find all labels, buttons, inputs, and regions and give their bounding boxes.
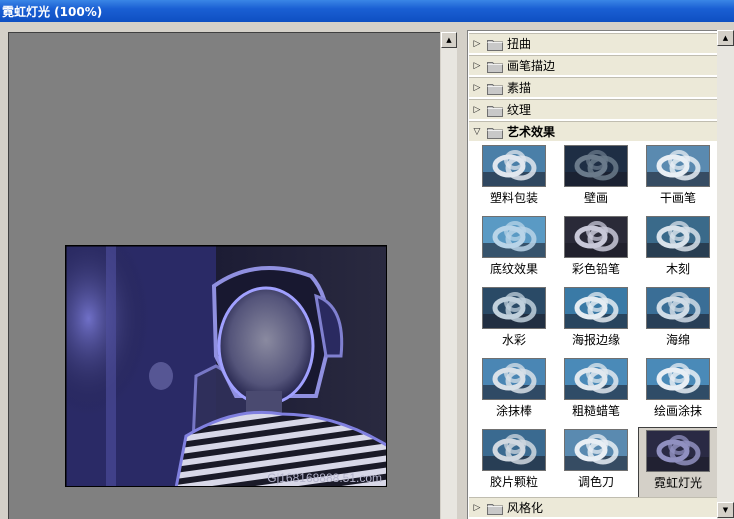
filter-preview-image [646,145,710,187]
filter-label: 海绵 [665,333,690,347]
filter-thumbnail[interactable]: 水彩 [474,285,554,356]
preview-image: Gj168168888.51.com [65,245,387,487]
folder-icon [487,38,503,51]
filter-preview-image [482,216,546,258]
folder-icon [487,502,503,515]
filter-label: 调色刀 [577,475,614,489]
window-title: 霓虹灯光 (100%) [0,0,734,22]
filter-thumbnail[interactable]: 调色刀 [556,427,636,498]
filter-category[interactable]: ▷ 素描 [469,77,717,98]
folder-icon [487,104,503,117]
filter-label: 霓虹灯光 [653,476,702,490]
filter-list: ▷ 扭曲 ▷ 画笔描边 ▷ 素描 ▷ 纹理 ▽ 艺术效果 塑料包装 壁画 干画笔底纹效果 彩色铅笔 木刻水… [467,30,717,519]
preview-scrollbar[interactable]: ▲ [441,32,457,519]
preview-canvas[interactable]: Gj168168888.51.com [8,32,440,519]
filter-thumbnail[interactable]: 海报边缘 [556,285,636,356]
folder-icon [487,60,503,73]
filter-category-label: 扭曲 [507,37,532,51]
filter-label: 海报边缘 [571,333,620,347]
filter-preview-image [564,145,628,187]
scroll-up-icon[interactable]: ▲ [441,32,457,48]
filter-preview-image [482,145,546,187]
filter-thumbnail[interactable]: 底纹效果 [474,214,554,285]
filter-thumbnail[interactable]: 木刻 [638,214,717,285]
filter-thumbnail[interactable]: 壁画 [556,143,636,214]
filter-label: 塑料包装 [489,191,538,205]
filter-preview-image [646,358,710,400]
filter-category[interactable]: ▷ 风格化 [469,497,717,518]
filter-preview-image [482,429,546,471]
filter-thumbnail[interactable]: 粗糙蜡笔 [556,356,636,427]
triangle-down-icon[interactable]: ▽ [469,127,485,137]
preview-pane: Gj168168888.51.com ▲ [0,22,466,519]
filter-preview-image [564,287,628,329]
filter-preview-image [646,430,710,472]
filter-preview-image [646,287,710,329]
filter-label: 绘画涂抹 [653,404,702,418]
filter-category[interactable]: ▷ 扭曲 [469,33,717,54]
filter-label: 胶片颗粒 [489,475,538,489]
filter-thumbnail-grid: 塑料包装 壁画 干画笔底纹效果 彩色铅笔 木刻水彩 海报边缘 海绵涂抹棒 粗糙蜡笔 绘画涂抹胶片… [470,143,717,500]
filter-thumbnail[interactable]: 涂抹棒 [474,356,554,427]
filter-category-label: 纹理 [507,103,532,117]
filter-category[interactable]: ▽ 艺术效果 [469,121,717,142]
filter-category-label: 风格化 [507,501,544,515]
filter-thumbnail[interactable]: 胶片颗粒 [474,427,554,498]
filter-category[interactable]: ▷ 画笔描边 [469,55,717,76]
triangle-right-icon[interactable]: ▷ [469,61,485,71]
filter-label: 粗糙蜡笔 [571,404,620,418]
filter-category[interactable]: ▷ 纹理 [469,99,717,120]
filter-preview-image [564,216,628,258]
filter-category-label: 素描 [507,81,532,95]
scroll-down-icon[interactable]: ▼ [717,502,734,518]
filter-thumbnail[interactable]: 塑料包装 [474,143,554,214]
portrait-image [66,246,386,486]
filter-label: 干画笔 [659,191,696,205]
filter-label: 涂抹棒 [495,404,532,418]
filter-thumbnail[interactable]: 霓虹灯光 [638,427,717,498]
filter-category-label: 画笔描边 [507,59,556,73]
triangle-right-icon[interactable]: ▷ [469,503,485,513]
triangle-right-icon[interactable]: ▷ [469,83,485,93]
folder-icon [487,82,503,95]
filter-label: 壁画 [583,191,608,205]
filter-list-scrollbar[interactable]: ▲ ▼ [717,30,734,519]
filter-label: 木刻 [665,262,690,276]
triangle-right-icon[interactable]: ▷ [469,105,485,115]
filter-label: 彩色铅笔 [571,262,620,276]
folder-icon [487,126,503,139]
filter-gallery-panel: ▷ 扭曲 ▷ 画笔描边 ▷ 素描 ▷ 纹理 ▽ 艺术效果 塑料包装 壁画 干画笔底纹效果 彩色铅笔 木刻水… [467,30,734,519]
filter-preview-image [482,287,546,329]
filter-preview-image [564,429,628,471]
filter-thumbnail[interactable]: 干画笔 [638,143,717,214]
filter-thumbnail[interactable]: 绘画涂抹 [638,356,717,427]
filter-thumbnail[interactable]: 海绵 [638,285,717,356]
scroll-up-icon[interactable]: ▲ [717,30,734,46]
filter-preview-image [564,358,628,400]
filter-label: 水彩 [501,333,526,347]
filter-thumbnail[interactable]: 彩色铅笔 [556,214,636,285]
triangle-right-icon[interactable]: ▷ [469,39,485,49]
filter-preview-image [646,216,710,258]
filter-category-label: 艺术效果 [507,125,556,139]
filter-preview-image [482,358,546,400]
filter-label: 底纹效果 [489,262,538,276]
watermark-text: Gj168168888.51.com [267,471,382,485]
